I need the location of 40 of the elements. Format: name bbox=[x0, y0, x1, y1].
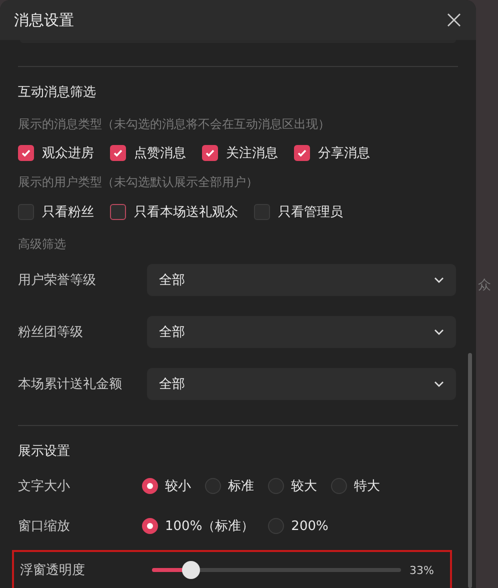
radio-option[interactable]: 特大 bbox=[331, 477, 380, 495]
checkmark-icon bbox=[297, 148, 307, 158]
select-label: 本场累计送礼金额 bbox=[18, 376, 123, 393]
select-label: 粉丝团等级 bbox=[18, 324, 84, 341]
chevron-down-icon bbox=[434, 329, 444, 335]
setting-label: 窗口缩放 bbox=[18, 518, 71, 535]
dropdown-select[interactable]: 全部 bbox=[147, 368, 456, 400]
dropdown-select[interactable]: 全部 bbox=[147, 264, 456, 296]
checkbox-option[interactable]: 分享消息 bbox=[294, 144, 370, 162]
select-label: 用户荣誉等级 bbox=[18, 272, 97, 289]
window-title: 消息设置 bbox=[14, 10, 74, 30]
section-caption: 展示的消息类型（未勾选的消息将不会在互动消息区出现） bbox=[18, 116, 331, 133]
slider-value: 33% bbox=[410, 564, 434, 576]
chevron-down-icon bbox=[434, 381, 444, 387]
checkbox-option[interactable]: 只看粉丝 bbox=[18, 203, 94, 221]
section-heading: 互动消息筛选 bbox=[18, 84, 97, 102]
section-heading: 展示设置 bbox=[18, 443, 71, 461]
section-caption: 展示的用户类型（未勾选默认展示全部用户） bbox=[18, 174, 259, 191]
checkmark-icon bbox=[205, 148, 215, 158]
checkmark-icon bbox=[113, 148, 123, 158]
checkbox-option[interactable]: 点赞消息 bbox=[110, 144, 186, 162]
checkbox-option[interactable]: 关注消息 bbox=[202, 144, 278, 162]
radio-option[interactable]: 较大 bbox=[268, 477, 317, 495]
dropdown-select[interactable]: 全部 bbox=[147, 316, 456, 348]
section-caption: 高级筛选 bbox=[18, 236, 67, 253]
slider-thumb[interactable] bbox=[182, 561, 200, 579]
radio-option[interactable]: 100%（标准） bbox=[142, 517, 254, 535]
setting-label: 浮窗透明度 bbox=[20, 562, 86, 579]
radio-option[interactable]: 较小 bbox=[142, 477, 191, 495]
checkmark-icon bbox=[21, 148, 31, 158]
chevron-down-icon bbox=[434, 277, 444, 283]
radio-option[interactable]: 200% bbox=[268, 518, 328, 534]
checkbox-option[interactable]: 观众进房 bbox=[18, 144, 94, 162]
scrollbar[interactable] bbox=[468, 353, 472, 588]
checkbox-option[interactable]: 只看管理员 bbox=[254, 203, 343, 221]
radio-option[interactable]: 标准 bbox=[205, 477, 254, 495]
checkbox-option[interactable]: 只看本场送礼观众 bbox=[110, 203, 238, 221]
setting-label: 文字大小 bbox=[18, 478, 71, 495]
close-button[interactable] bbox=[446, 12, 462, 28]
background-text: 众 bbox=[478, 277, 491, 294]
